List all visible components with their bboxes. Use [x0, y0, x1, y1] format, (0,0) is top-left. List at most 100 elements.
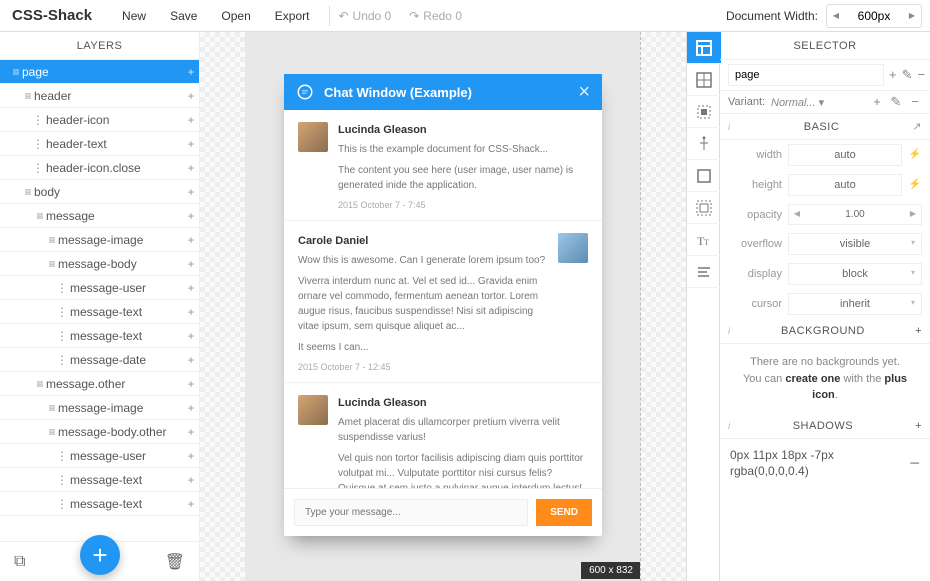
menu-export[interactable]: Export — [263, 9, 322, 23]
edit-icon[interactable]: ✎ — [902, 68, 913, 82]
tool-border[interactable] — [687, 160, 721, 192]
height-bolt-icon[interactable]: ⚡ — [908, 174, 922, 196]
add-layer-fab[interactable]: + — [80, 535, 120, 575]
grip-icon[interactable]: ≡ — [34, 209, 46, 223]
layer-item[interactable]: ⋮message-text+ — [0, 468, 199, 492]
grip-icon[interactable]: ≡ — [22, 185, 34, 199]
layer-item[interactable]: ⋮message-user+ — [0, 276, 199, 300]
layer-item[interactable]: ⋮header-icon+ — [0, 108, 199, 132]
opacity-stepper[interactable]: ◀1.00▶ — [788, 204, 922, 225]
layer-item[interactable]: ≡message+ — [0, 204, 199, 228]
layer-add-icon[interactable]: + — [183, 281, 199, 295]
close-icon[interactable]: × — [578, 81, 590, 104]
display-label: display — [728, 268, 782, 280]
message: Lucinda GleasonThis is the example docum… — [284, 110, 602, 221]
opacity-increase[interactable]: ▶ — [905, 205, 921, 224]
width-bolt-icon[interactable]: ⚡ — [908, 144, 922, 166]
grip-icon[interactable]: ≡ — [22, 89, 34, 103]
selector-add-icon[interactable]: + — [889, 68, 897, 82]
layer-add-icon[interactable]: + — [183, 449, 199, 463]
grip-icon[interactable]: ≡ — [34, 377, 46, 391]
send-button[interactable]: SEND — [536, 499, 592, 526]
background-add-icon[interactable]: + — [915, 325, 922, 337]
doc-width-decrease[interactable]: ◀ — [827, 5, 845, 27]
menu-save[interactable]: Save — [158, 9, 209, 23]
tool-layout[interactable] — [687, 32, 721, 64]
layer-item[interactable]: ≡message-image+ — [0, 396, 199, 420]
layer-add-icon[interactable]: + — [183, 65, 199, 79]
layer-item[interactable]: ⋮header-icon.close+ — [0, 156, 199, 180]
layer-add-icon[interactable]: + — [183, 497, 199, 511]
doc-width-increase[interactable]: ▶ — [903, 5, 921, 27]
layer-item[interactable]: ⋮message-text+ — [0, 324, 199, 348]
layer-item[interactable]: ⋮header-text+ — [0, 132, 199, 156]
layer-item[interactable]: ≡message-body.other+ — [0, 420, 199, 444]
layer-add-icon[interactable]: + — [183, 257, 199, 271]
layer-item[interactable]: ≡header+ — [0, 84, 199, 108]
redo-button[interactable]: Redo 0 — [409, 9, 462, 23]
layer-add-icon[interactable]: + — [183, 185, 199, 199]
layer-item[interactable]: ≡body+ — [0, 180, 199, 204]
display-value[interactable]: block — [788, 263, 922, 285]
grip-icon[interactable]: ≡ — [46, 401, 58, 415]
message-input[interactable] — [294, 499, 528, 526]
opacity-value[interactable]: 1.00 — [805, 205, 905, 224]
menu-open[interactable]: Open — [209, 9, 262, 23]
tool-bounds[interactable] — [687, 96, 721, 128]
tool-text-align[interactable] — [687, 128, 721, 160]
undo-button[interactable]: Undo 0 — [338, 9, 391, 23]
leaf-icon: ⋮ — [54, 281, 70, 295]
layer-item[interactable]: ⋮message-user+ — [0, 444, 199, 468]
layer-item[interactable]: ⋮message-text+ — [0, 300, 199, 324]
layer-add-icon[interactable]: + — [183, 329, 199, 343]
layer-add-icon[interactable]: + — [183, 353, 199, 367]
width-value[interactable]: auto — [788, 144, 902, 166]
layer-add-icon[interactable]: + — [183, 473, 199, 487]
layer-item[interactable]: ≡message-body+ — [0, 252, 199, 276]
grip-icon[interactable]: ≡ — [46, 257, 58, 271]
menu-new[interactable]: New — [110, 9, 158, 23]
layer-add-icon[interactable]: + — [183, 425, 199, 439]
doc-width-input[interactable] — [845, 9, 903, 23]
variant-value[interactable]: Normal... ▾ — [771, 96, 865, 109]
layer-add-icon[interactable]: + — [183, 233, 199, 247]
expand-icon[interactable] — [912, 120, 922, 133]
canvas-area[interactable]: Chat Window (Example) × Lucinda GleasonT… — [200, 32, 686, 581]
layer-add-icon[interactable]: + — [183, 89, 199, 103]
grip-icon[interactable]: ≡ — [10, 65, 22, 79]
layer-add-icon[interactable]: + — [183, 401, 199, 415]
tool-align-left[interactable] — [687, 256, 721, 288]
shadow-remove-icon[interactable]: − — [909, 453, 920, 474]
layer-add-icon[interactable]: + — [183, 305, 199, 319]
tool-grid[interactable] — [687, 64, 721, 96]
layer-add-icon[interactable]: + — [183, 137, 199, 151]
overflow-value[interactable]: visible — [788, 233, 922, 255]
variant-edit-icon[interactable]: ✎ — [889, 95, 903, 109]
layer-item[interactable]: ≡page+ — [0, 60, 199, 84]
selector-remove-icon[interactable]: − — [918, 68, 926, 82]
layer-add-icon[interactable]: + — [183, 377, 199, 391]
variant-add-icon[interactable]: + — [870, 95, 884, 109]
trash-icon[interactable]: 🗑 — [165, 552, 185, 572]
shadows-add-icon[interactable]: + — [915, 420, 922, 432]
grip-icon[interactable]: ≡ — [46, 233, 58, 247]
duplicate-icon[interactable]: ⧉ — [14, 553, 25, 571]
height-value[interactable]: auto — [788, 174, 902, 196]
tool-padding[interactable] — [687, 192, 721, 224]
variant-remove-icon[interactable]: − — [908, 95, 922, 109]
layer-add-icon[interactable]: + — [183, 113, 199, 127]
layer-item[interactable]: ⋮message-text+ — [0, 492, 199, 516]
layer-add-icon[interactable]: + — [183, 209, 199, 223]
grip-icon[interactable]: ≡ — [46, 425, 58, 439]
shadow-item[interactable]: 0px 11px 18px -7px rgba(0,0,0,0.4)− — [720, 439, 930, 489]
layer-item[interactable]: ≡message-image+ — [0, 228, 199, 252]
layer-item[interactable]: ≡message.other+ — [0, 372, 199, 396]
cursor-value[interactable]: inherit — [788, 293, 922, 315]
layer-add-icon[interactable]: + — [183, 161, 199, 175]
layer-item[interactable]: ⋮message-date+ — [0, 348, 199, 372]
selector-input[interactable] — [728, 64, 884, 86]
chat-header: Chat Window (Example) × — [284, 74, 602, 110]
main-menu: New Save Open Export — [110, 9, 321, 23]
tool-typography[interactable]: TT — [687, 224, 721, 256]
opacity-decrease[interactable]: ◀ — [789, 205, 805, 224]
